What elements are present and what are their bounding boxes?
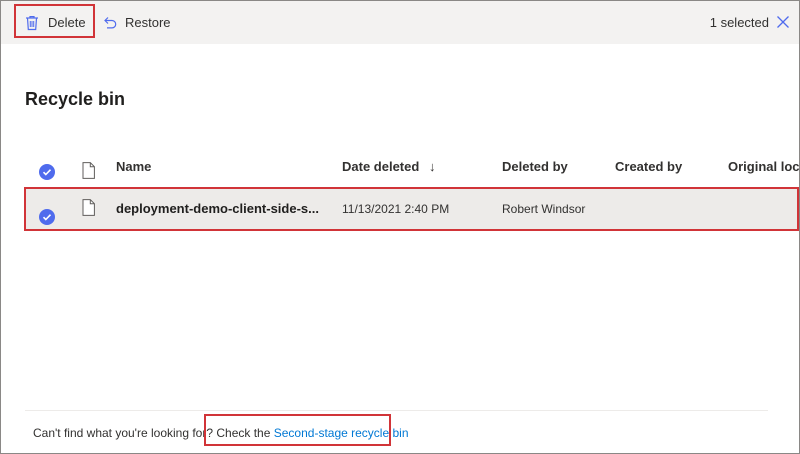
page-title: Recycle bin [25, 89, 126, 109]
select-all-checkbox[interactable] [39, 159, 55, 180]
selection-count: 1 selected [709, 15, 769, 30]
column-header-created-by[interactable]: Created by [615, 150, 682, 184]
close-icon[interactable] [775, 14, 791, 30]
delete-highlight-box [14, 4, 95, 38]
column-header-date-deleted[interactable]: Date deleted ↓ [342, 150, 435, 184]
link-highlight-box [204, 414, 391, 446]
undo-icon [102, 15, 117, 30]
footer-prompt: Can't find what you're looking for? [33, 426, 214, 440]
sort-descending-icon: ↓ [428, 159, 436, 174]
file-type-header-icon [82, 158, 95, 179]
restore-button[interactable]: Restore [102, 1, 171, 44]
restore-button-label: Restore [125, 15, 171, 30]
footer-divider [25, 410, 768, 411]
row-highlight-box [24, 187, 799, 231]
list-header: Name Date deleted ↓ Deleted by Created b… [25, 150, 799, 184]
column-header-original-location[interactable]: Original loc [728, 150, 799, 184]
column-header-date-deleted-label: Date deleted [342, 159, 420, 174]
column-header-deleted-by[interactable]: Deleted by [502, 150, 568, 184]
column-header-name[interactable]: Name [116, 150, 151, 184]
command-bar: Delete Restore 1 selected [1, 1, 799, 44]
